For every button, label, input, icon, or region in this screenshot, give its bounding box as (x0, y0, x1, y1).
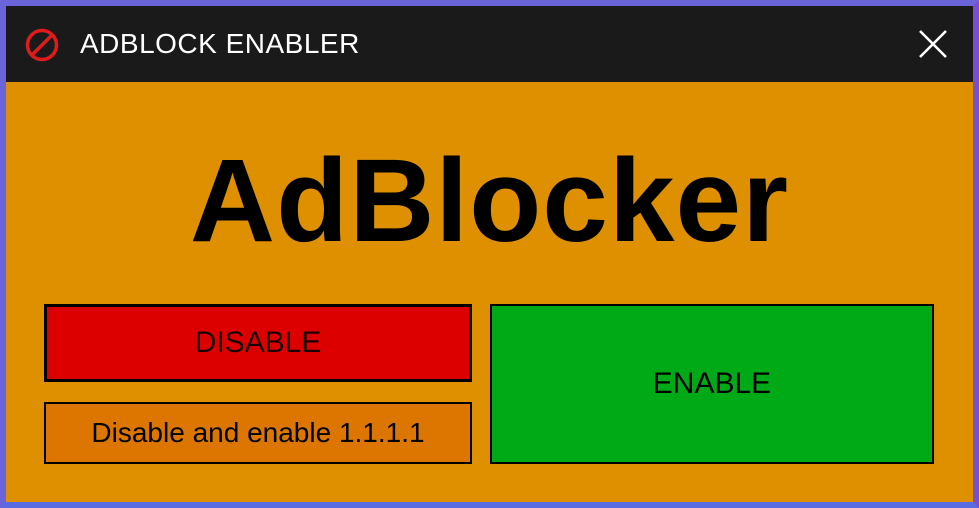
app-heading: AdBlocker (189, 135, 790, 267)
enable-button[interactable]: ENABLE (490, 304, 934, 464)
window-title: ADBLOCK ENABLER (80, 28, 360, 59)
disable-button[interactable]: DISABLE (44, 304, 472, 382)
close-icon[interactable] (911, 22, 955, 66)
app-window: ADBLOCK ENABLER AdBlocker DISABLE Disabl… (0, 0, 979, 508)
title-bar[interactable]: ADBLOCK ENABLER (6, 6, 973, 82)
no-entry-icon (24, 27, 60, 63)
disable-and-enable-button[interactable]: Disable and enable 1.1.1.1 (44, 402, 472, 464)
